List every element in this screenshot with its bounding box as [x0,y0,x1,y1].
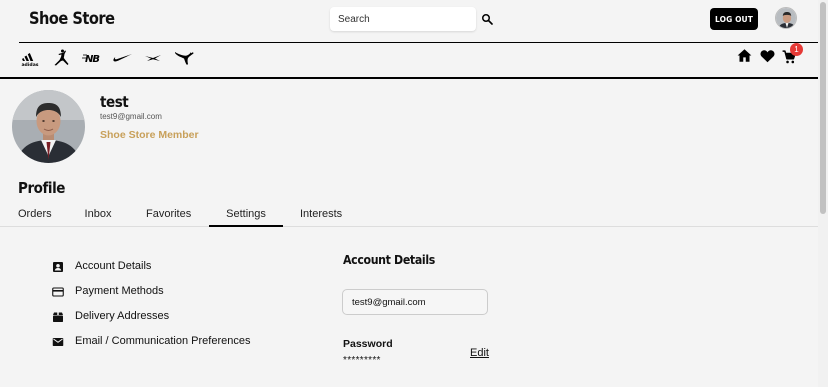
account-box-icon [53,262,63,272]
search-input[interactable] [330,7,476,31]
scrollbar-thumb[interactable] [820,2,826,214]
tab-orders[interactable]: Orders [18,208,52,227]
header-divider [19,42,818,43]
svg-text:adidas: adidas [21,62,38,67]
search-icon[interactable] [481,13,493,25]
heart-icon[interactable] [760,49,775,63]
new-balance-logo[interactable]: NB [82,49,102,67]
home-icon[interactable] [737,48,752,63]
user-email: test9@gmail.com [100,112,162,121]
edit-password-link[interactable]: Edit [470,347,489,359]
menu-label: Delivery Addresses [75,310,170,322]
nike-swoosh-logo[interactable] [111,49,133,67]
tab-inbox[interactable]: Inbox [84,208,112,227]
email-field [342,289,488,315]
user-name: test [100,93,129,111]
jordan-logo[interactable] [51,49,71,67]
package-icon [53,312,63,322]
credit-card-icon [52,287,64,297]
email-input[interactable] [343,290,487,314]
password-label: Password [343,338,393,350]
logout-button[interactable]: LOG OUT [710,8,758,30]
menu-label: Account Details [75,260,152,272]
menu-label: Email / Communication Preferences [75,335,251,347]
password-value: ********* [343,355,381,366]
reebok-logo[interactable] [143,49,163,67]
account-details-title: Account Details [343,252,435,267]
tab-favorites[interactable]: Favorites [146,208,191,227]
tab-settings[interactable]: Settings [209,208,283,227]
nav-divider [0,77,818,79]
search-box [330,7,476,31]
membership-badge: Shoe Store Member [100,129,199,141]
adidas-logo[interactable]: adidas [20,49,40,68]
profile-avatar [12,90,85,163]
top-bar: Shoe Store LOG OUT [0,0,818,42]
puma-logo[interactable] [173,49,195,67]
page-title: Profile [18,179,65,197]
cart-count-badge: 1 [790,43,803,56]
mail-icon [52,338,64,346]
header-avatar[interactable] [775,7,797,29]
menu-label: Payment Methods [75,285,164,297]
tab-interests[interactable]: Interests [300,208,342,227]
svg-text:NB: NB [85,54,99,65]
profile-tabs: Orders Inbox Favorites Settings Interest… [0,208,818,227]
store-logo[interactable]: Shoe Store [29,9,115,29]
